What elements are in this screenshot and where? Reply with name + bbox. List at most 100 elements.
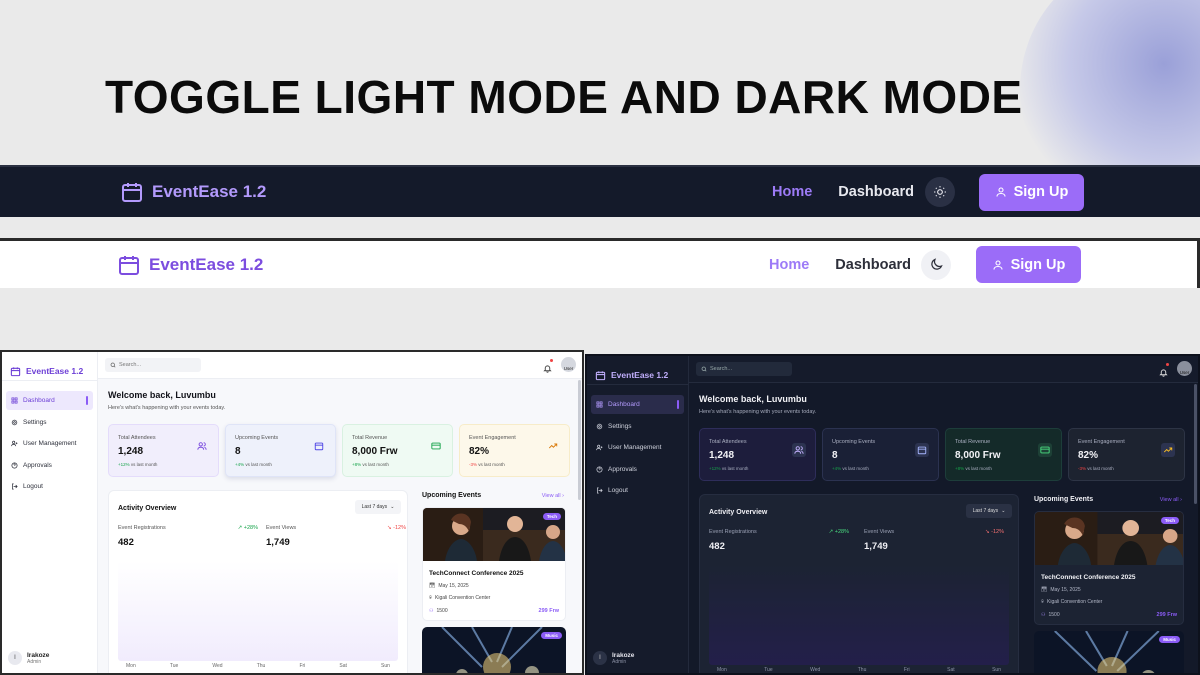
nav-dashboard-link[interactable]: Dashboard: [835, 257, 911, 273]
day-label: Sun: [381, 663, 390, 669]
day-label: Tue: [169, 663, 179, 669]
moon-icon: [930, 258, 943, 270]
sidebar-user[interactable]: I Irakoze Admin: [8, 651, 49, 665]
day-label: Fri: [299, 663, 306, 669]
view-all-link[interactable]: View all ›: [1160, 497, 1182, 503]
user-avatar[interactable]: User: [561, 357, 576, 372]
avatar: I: [8, 651, 22, 665]
range-select[interactable]: Last 7 days ⌄: [966, 504, 1012, 518]
calendar-icon: [119, 255, 139, 275]
stat-card-upcoming[interactable]: Upcoming Events 8 +4% vs last month: [225, 424, 336, 477]
search-input[interactable]: Search...: [696, 362, 792, 376]
theme-toggle-button[interactable]: [921, 249, 951, 280]
stat-change: +4% vs last month: [235, 462, 272, 467]
bell-icon: [543, 365, 552, 373]
views-metric: Event Views 1,749 ↘ -12%: [864, 529, 1004, 552]
brand[interactable]: EventEase 1.2: [120, 180, 266, 204]
sidebar-item-settings[interactable]: Settings: [591, 417, 684, 436]
welcome-subtitle: Here's what's happening with your events…: [699, 409, 817, 415]
nav-home-link[interactable]: Home: [772, 184, 812, 200]
sidebar-brand[interactable]: EventEase 1.2: [2, 352, 97, 380]
sidebar-item-logout[interactable]: Logout: [591, 481, 684, 500]
users-icon: ⚇: [1041, 612, 1046, 618]
sidebar-brand-name: EventEase 1.2: [26, 366, 84, 376]
user-name: Irakoze: [27, 651, 50, 659]
user-avatar[interactable]: User: [1177, 361, 1192, 376]
sign-up-button[interactable]: Sign Up: [979, 173, 1084, 211]
event-price: 299 Frw: [538, 608, 559, 614]
sidebar-brand-name: EventEase 1.2: [611, 370, 669, 380]
metric-label: Event Views: [266, 525, 297, 531]
gear-icon: [596, 423, 603, 429]
event-attendees: ⚇ 1500: [429, 608, 448, 614]
stat-card-attendees[interactable]: Total Attendees 1,248 +12% vs last month: [699, 428, 816, 481]
sidebar-item-user-management[interactable]: User Management: [591, 438, 684, 457]
sidebar-item-approvals[interactable]: Approvals: [6, 456, 93, 475]
calendar-icon: [10, 366, 21, 376]
day-label: Sat: [339, 663, 347, 669]
view-all-link[interactable]: View all ›: [542, 493, 564, 499]
stat-card-engagement[interactable]: Event Engagement 82% -3% vs last month: [459, 424, 570, 477]
sidebar-item-label: User Management: [608, 444, 662, 451]
stat-card-revenue[interactable]: Total Revenue 8,000 Frw +8% vs last mont…: [342, 424, 453, 477]
sidebar-user[interactable]: I Irakoze Admin: [593, 651, 634, 665]
nav-home-link[interactable]: Home: [769, 257, 809, 273]
sidebar-item-dashboard[interactable]: Dashboard: [591, 395, 684, 414]
page-title: TOGGLE LIGHT MODE AND DARK MODE: [105, 71, 1023, 123]
sidebar-item-user-management[interactable]: User Management: [6, 434, 93, 453]
search-placeholder: Search...: [119, 362, 142, 368]
event-tag: Music: [541, 632, 562, 639]
metric-value: 1,749: [266, 537, 290, 548]
stat-change: +8% vs last month: [955, 466, 992, 471]
sidebar-item-label: Settings: [608, 422, 632, 430]
brand-name: EventEase 1.2: [152, 182, 267, 201]
sidebar-brand[interactable]: EventEase 1.2: [587, 356, 688, 384]
sidebar-item-label: Dashboard: [608, 401, 640, 408]
sidebar-item-logout[interactable]: Logout: [6, 477, 93, 496]
sidebar-item-approvals[interactable]: Approvals: [591, 460, 684, 479]
stats-row: Total Attendees 1,248 +12% vs last month…: [699, 428, 1185, 481]
topbar: Search... User: [689, 356, 1198, 383]
event-card[interactable]: Tech TechConnect Conference 2025 📅︎ May 1…: [422, 507, 566, 621]
brand-name: EventEase 1.2: [149, 254, 264, 274]
day-label: Mon: [717, 667, 727, 673]
notification-dot: [550, 359, 553, 362]
user-plus-icon: [596, 444, 603, 451]
brand[interactable]: EventEase 1.2: [117, 253, 263, 277]
range-select[interactable]: Last 7 days ⌄: [355, 500, 401, 514]
stat-card-upcoming[interactable]: Upcoming Events 8 +4% vs last month: [822, 428, 939, 481]
trending-up-icon: [546, 439, 560, 453]
stat-card-revenue[interactable]: Total Revenue 8,000 Frw +8% vs last mont…: [945, 428, 1062, 481]
calendar-icon: [595, 370, 606, 380]
search-icon: [701, 366, 707, 372]
activity-overview-card: Activity Overview Last 7 days ⌄ Event Reg…: [108, 490, 408, 673]
sidebar-item-label: Approvals: [608, 465, 637, 473]
search-icon: [110, 362, 116, 368]
navbar-dark: EventEase 1.2 Home Dashboard Sign Up: [0, 165, 1200, 217]
sign-up-label: Sign Up: [1010, 256, 1066, 273]
event-card[interactable]: Music: [422, 627, 566, 673]
sidebar-item-dashboard[interactable]: Dashboard: [6, 391, 93, 410]
notification-button[interactable]: [1159, 363, 1169, 377]
search-input[interactable]: Search...: [105, 358, 201, 372]
stat-card-attendees[interactable]: Total Attendees 1,248 +12% vs last month: [108, 424, 219, 477]
credit-card-icon: [429, 439, 443, 453]
dashboard-dark: EventEase 1.2 Dashboard Settings User Ma…: [585, 354, 1200, 675]
nav-dashboard-link[interactable]: Dashboard: [838, 184, 914, 200]
scrollbar[interactable]: [1194, 384, 1197, 504]
sign-up-button[interactable]: Sign Up: [976, 246, 1081, 283]
day-label: Thu: [256, 663, 266, 669]
event-date: 📅︎ May 15, 2025: [429, 583, 469, 589]
scrollbar[interactable]: [578, 380, 581, 500]
event-name: TechConnect Conference 2025: [429, 570, 524, 577]
event-card[interactable]: Tech TechConnect Conference 2025 📅︎ May 1…: [1034, 511, 1184, 625]
credit-card-icon: [1038, 443, 1052, 457]
event-card[interactable]: Music: [1034, 631, 1184, 673]
stat-change: +12% vs last month: [709, 466, 749, 471]
theme-toggle-button[interactable]: [925, 177, 955, 207]
calendar-icon: 📅︎: [429, 583, 436, 589]
stat-card-engagement[interactable]: Event Engagement 82% -3% vs last month: [1068, 428, 1185, 481]
sidebar-item-settings[interactable]: Settings: [6, 413, 93, 432]
stat-change: +8% vs last month: [352, 462, 389, 467]
notification-button[interactable]: [543, 359, 553, 373]
